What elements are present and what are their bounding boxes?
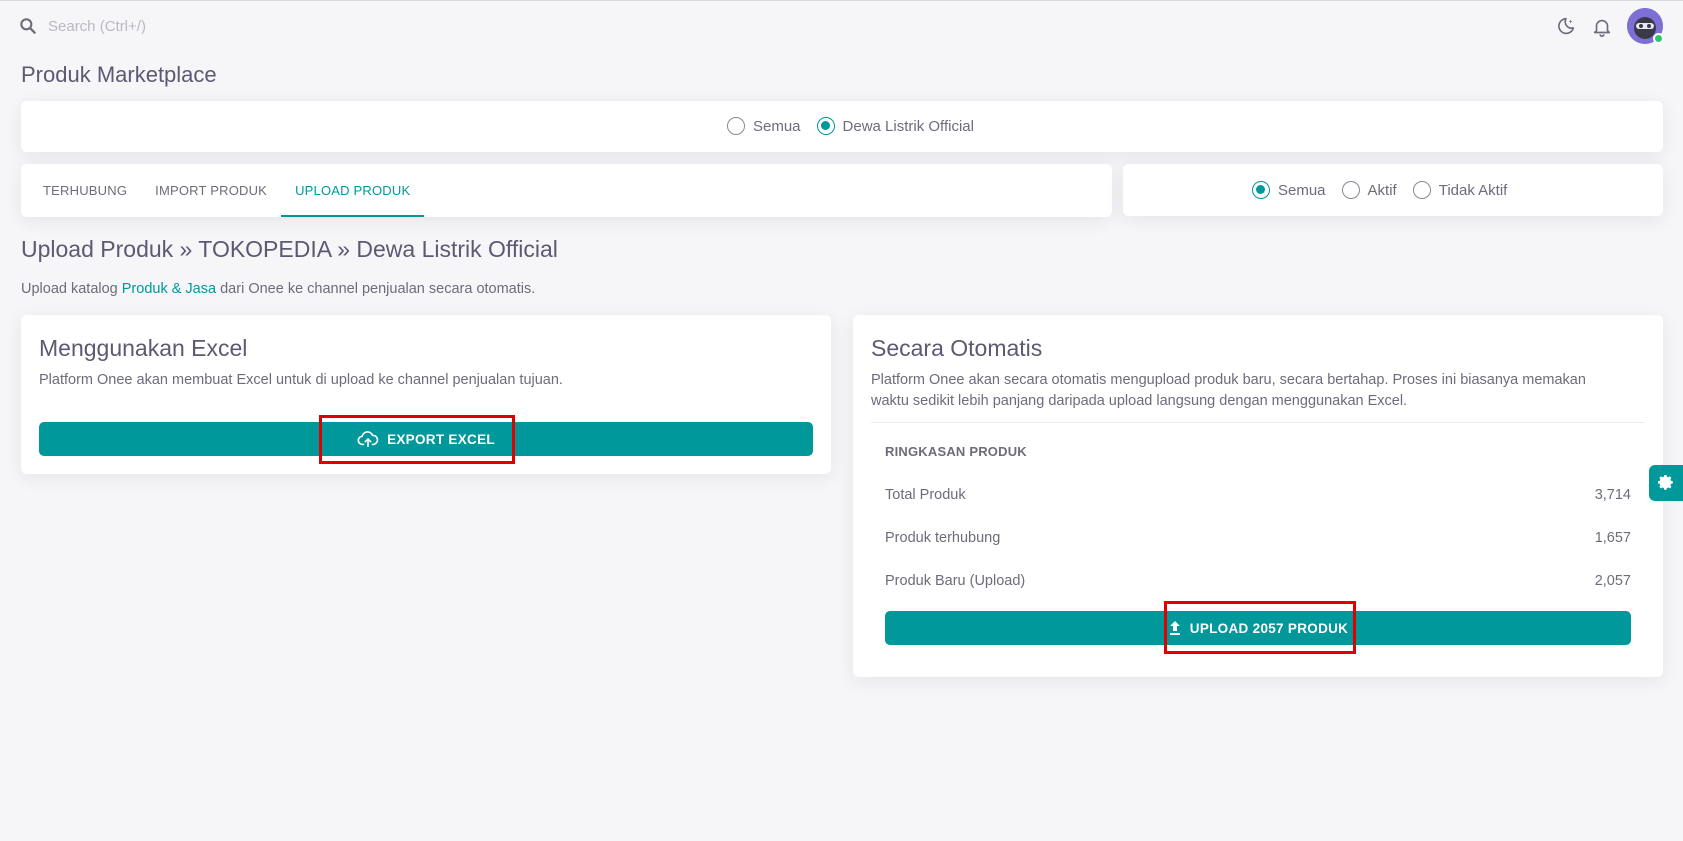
bell-icon[interactable] bbox=[1591, 16, 1613, 38]
radio-label: Tidak Aktif bbox=[1438, 181, 1508, 199]
store-radio-dewa-listrik[interactable]: Dewa Listrik Official bbox=[816, 117, 974, 135]
highlight-export-excel bbox=[319, 415, 515, 464]
summary-heading: RINGKASAN PRODUK bbox=[885, 444, 1027, 459]
auto-card-title: Secara Otomatis bbox=[871, 335, 1043, 361]
summary-value: 2,057 bbox=[1594, 573, 1631, 589]
page-title: Produk Marketplace bbox=[21, 62, 217, 87]
status-radio-tidak-aktif[interactable]: Tidak Aktif bbox=[1412, 181, 1508, 199]
radio-button[interactable] bbox=[1252, 181, 1270, 199]
tab-upload-produk[interactable]: UPLOAD PRODUK bbox=[281, 164, 425, 217]
summary-label: Produk terhubung bbox=[885, 530, 1001, 546]
summary-label: Total Produk bbox=[885, 487, 966, 503]
auto-card-text-line: waktu sedikit lebih panjang daripada upl… bbox=[871, 393, 1408, 409]
radio-label: Semua bbox=[753, 117, 801, 135]
search-icon[interactable] bbox=[18, 16, 38, 36]
subtitle-text: Upload katalog bbox=[21, 281, 122, 297]
customizer-toggle[interactable] bbox=[1649, 465, 1683, 501]
radio-button[interactable] bbox=[1412, 181, 1431, 199]
status-radio-aktif[interactable]: Aktif bbox=[1341, 181, 1397, 199]
summary-label: Produk Baru (Upload) bbox=[885, 573, 1026, 589]
radio-button[interactable] bbox=[727, 117, 745, 135]
auto-card-text: Platform Onee akan secara otomatis mengu… bbox=[871, 370, 1651, 412]
tabs-card: TERHUBUNG IMPORT PRODUK UPLOAD PRODUK bbox=[21, 164, 1112, 217]
summary-row: Total Produk 3,714 bbox=[885, 487, 1631, 503]
summary-row: Produk terhubung 1,657 bbox=[885, 530, 1631, 546]
section-heading: Upload Produk » TOKOPEDIA » Dewa Listrik… bbox=[21, 236, 558, 262]
excel-card-text: Platform Onee akan membuat Excel untuk d… bbox=[39, 372, 563, 388]
search-input[interactable] bbox=[48, 14, 348, 38]
online-status-indicator bbox=[1653, 33, 1664, 44]
radio-label: Aktif bbox=[1367, 181, 1397, 199]
excel-card-title: Menggunakan Excel bbox=[39, 335, 248, 361]
radio-button[interactable] bbox=[1341, 181, 1360, 199]
store-radio-semua[interactable]: Semua bbox=[727, 117, 801, 135]
gear-icon bbox=[1657, 474, 1673, 490]
status-filter-card: Semua Aktif Tidak Aktif bbox=[1123, 164, 1663, 216]
moon-icon[interactable] bbox=[1555, 16, 1577, 38]
tab-import-produk[interactable]: IMPORT PRODUK bbox=[141, 164, 281, 217]
section-subtitle: Upload katalog Produk & Jasa dari Onee k… bbox=[21, 281, 535, 297]
auto-card-text-line: Platform Onee akan secara otomatis mengu… bbox=[871, 372, 1586, 388]
divider bbox=[871, 422, 1645, 423]
summary-value: 3,714 bbox=[1594, 487, 1631, 503]
radio-button[interactable] bbox=[816, 117, 835, 135]
tab-terhubung[interactable]: TERHUBUNG bbox=[29, 164, 141, 217]
summary-row: Produk Baru (Upload) 2,057 bbox=[885, 573, 1631, 589]
radio-label: Dewa Listrik Official bbox=[842, 117, 974, 135]
status-radio-semua[interactable]: Semua bbox=[1252, 181, 1326, 199]
highlight-upload-produk bbox=[1164, 601, 1356, 654]
produk-jasa-link[interactable]: Produk & Jasa bbox=[122, 281, 216, 297]
subtitle-text: dari Onee ke channel penjualan secara ot… bbox=[216, 281, 536, 297]
summary-value: 1,657 bbox=[1594, 530, 1631, 546]
radio-label: Semua bbox=[1278, 181, 1326, 199]
store-filter-card: Semua Dewa Listrik Official bbox=[21, 101, 1663, 152]
